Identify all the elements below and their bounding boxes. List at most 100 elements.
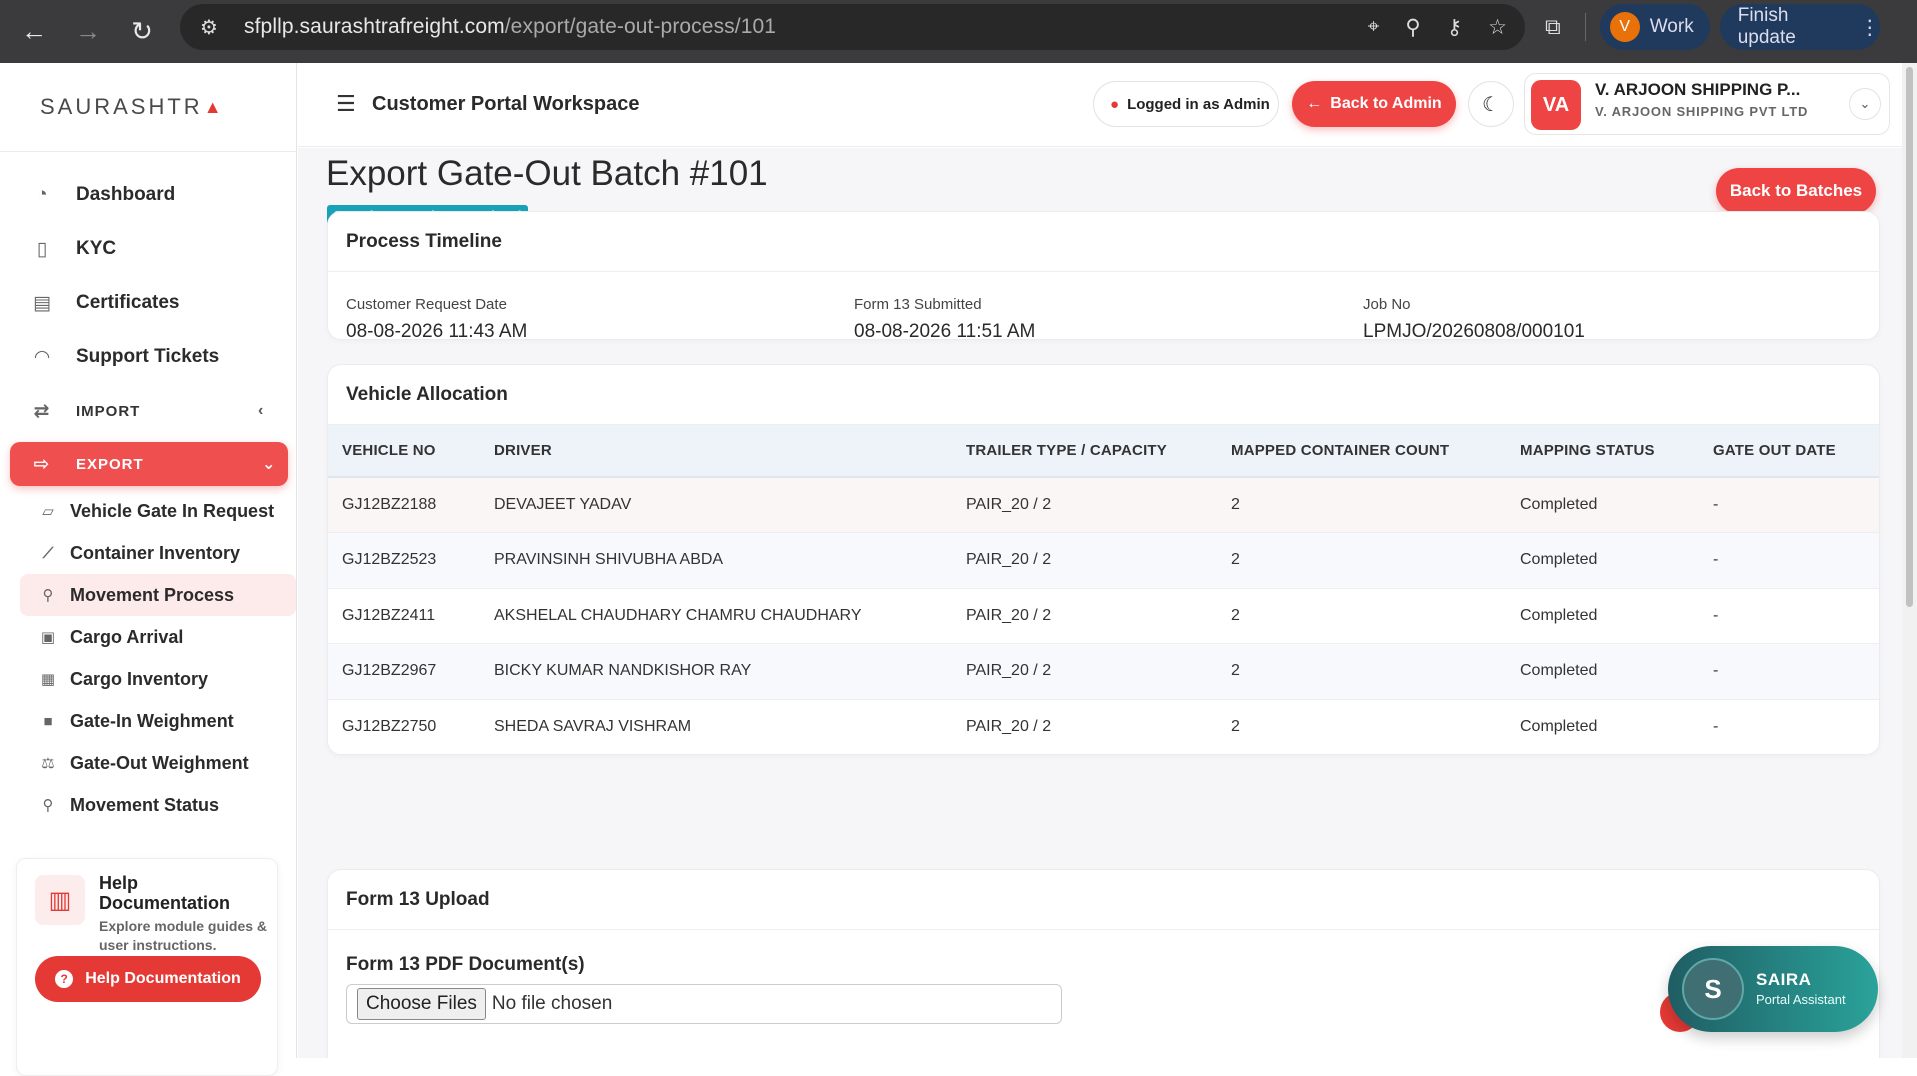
brand-logo[interactable]: SAURASHTR ▲ [0, 63, 296, 152]
sidebar-item-certificates[interactable]: ▤ Certificates [0, 276, 296, 330]
dark-mode-toggle[interactable]: ☾ [1468, 81, 1514, 127]
table-cell: 2 [1217, 588, 1506, 644]
back-arrow-icon[interactable]: ← [14, 12, 54, 52]
sidebar-item-label: Support Tickets [76, 346, 220, 367]
table-header-row: VEHICLE NO DRIVER TRAILER TYPE / CAPACIT… [328, 425, 1879, 478]
sidebar-item-support-tickets[interactable]: ◠ Support Tickets [0, 330, 296, 384]
address-bar[interactable]: ⚙ sfpllp.saurashtrafreight.com/export/ga… [180, 4, 1525, 50]
sidebar-item-label: Container Inventory [70, 542, 241, 563]
help-documentation-button[interactable]: ? Help Documentation [35, 956, 261, 1002]
table-cell: - [1699, 588, 1879, 644]
field-label: Form 13 Submitted [854, 296, 982, 313]
table-row: GJ12BZ2411 AKSHELAL CHAUDHARY CHAMRU CHAU… [328, 588, 1879, 644]
main-content: Export Gate-Out Batch #101 Container Map… [298, 148, 1902, 1058]
table-cell: BICKY KUMAR NANDKISHOR RAY [480, 643, 952, 700]
table-cell: GJ12BZ2523 [328, 532, 480, 589]
extensions-icon[interactable]: ⧉ [1545, 14, 1561, 40]
route-icon: ⚲ [42, 587, 54, 604]
table-cell: Completed [1506, 588, 1699, 644]
sidebar-group-label: IMPORT [76, 402, 141, 420]
table-cell: Completed [1506, 477, 1699, 533]
saira-assistant-button[interactable]: S SAIRA Portal Assistant [1668, 946, 1878, 1032]
zoom-icon[interactable]: ⚲ [1405, 15, 1420, 40]
back-to-batches-button[interactable]: Back to Batches [1716, 168, 1876, 214]
moon-icon: ☾ [1482, 93, 1500, 116]
certificate-icon: ▤ [33, 292, 51, 314]
route-icon: ⚲ [42, 797, 54, 814]
form13-field-label: Form 13 PDF Document(s) [346, 954, 585, 975]
table-cell: AKSHELAL CHAUDHARY CHAMRU CHAUDHARY [480, 588, 952, 644]
truck-icon: ■ [43, 712, 53, 730]
sidebar-item-label: Gate-In Weighment [70, 710, 234, 731]
table-row: GJ12BZ2188 DEVAJEET YADAV PAIR_20 / 2 2 Comp… [328, 477, 1879, 533]
timeline-field: Job No LPMJO/20260808/000101 [1363, 296, 1585, 340]
chevron-down-icon[interactable]: ⌄ [1849, 88, 1881, 120]
table-cell: PAIR_20 / 2 [952, 699, 1217, 754]
key-icon[interactable]: ⚷ [1447, 15, 1462, 40]
star-icon[interactable]: ☆ [1488, 15, 1507, 40]
headset-icon: ◠ [34, 346, 50, 368]
assistant-role: Portal Assistant [1756, 992, 1846, 1007]
sidebar-group-import[interactable]: ⇄ IMPORT ‹ [0, 384, 296, 438]
location-icon[interactable]: ⌖ [1368, 15, 1380, 39]
account-avatar: VA [1531, 80, 1581, 130]
choose-files-button[interactable]: Choose Files [357, 988, 486, 1020]
table-cell: - [1699, 699, 1879, 754]
sidebar-item-cargo-inventory[interactable]: ▦ Cargo Inventory [0, 658, 296, 700]
finish-update-button[interactable]: Finish update ⋮ [1719, 4, 1880, 50]
profile-label: Work [1649, 16, 1694, 37]
vehicle-allocation-card: Vehicle Allocation VEHICLE NO DRIVER TRA… [327, 364, 1880, 755]
column-header: DRIVER [480, 425, 952, 478]
page-scrollbar[interactable] [1902, 63, 1917, 1058]
card-title: Process Timeline [328, 212, 1879, 272]
column-header: VEHICLE NO [328, 425, 480, 478]
sidebar-item-gate-out-weighment[interactable]: ⚖ Gate-Out Weighment [0, 742, 296, 784]
assistant-name: SAIRA [1756, 970, 1812, 989]
column-header: MAPPING STATUS [1506, 425, 1699, 478]
dashboard-icon: ◔ [36, 184, 48, 205]
site-settings-icon[interactable]: ⚙ [200, 15, 230, 40]
exchange-icon: ⇄ [33, 400, 51, 422]
sidebar-item-label: Dashboard [76, 184, 176, 205]
table-cell: Completed [1506, 699, 1699, 754]
id-card-icon: ▯ [36, 238, 48, 260]
table-cell: 2 [1217, 699, 1506, 754]
timeline-field: Customer Request Date 08-08-2026 11:43 A… [346, 296, 528, 340]
sidebar-item-dashboard[interactable]: ◔ Dashboard [0, 168, 296, 222]
form13-file-input[interactable]: Choose Files No file chosen [346, 984, 1062, 1024]
table-cell: PAIR_20 / 2 [952, 588, 1217, 644]
brand-text: SAURASHTR [40, 94, 203, 119]
account-name: V. ARJOON SHIPPING P... [1595, 80, 1801, 99]
sidebar-item-label: KYC [76, 238, 117, 259]
account-company: V. ARJOON SHIPPING PVT LTD [1595, 104, 1809, 119]
sidebar-item-container-inventory[interactable]: ⟋ Container Inventory [0, 532, 296, 574]
table-cell: Completed [1506, 643, 1699, 700]
assistant-avatar: S [1682, 958, 1744, 1020]
profile-button[interactable]: V Work [1599, 4, 1710, 50]
sidebar-item-movement-process[interactable]: ⚲ Movement Process [20, 574, 296, 616]
browser-chrome: ← → ↻ ⚙ sfpllp.saurashtrafreight.com/exp… [0, 0, 1917, 63]
field-value: LPMJO/20260808/000101 [1363, 321, 1585, 340]
sidebar-item-movement-status[interactable]: ⚲ Movement Status [0, 784, 296, 826]
scrollbar-thumb[interactable] [1906, 67, 1913, 607]
arrow-left-icon: ← [1306, 95, 1323, 112]
field-label: Job No [1363, 296, 1411, 313]
reload-icon[interactable]: ↻ [122, 12, 162, 52]
column-header: TRAILER TYPE / CAPACITY [952, 425, 1217, 478]
field-value: 08-08-2026 11:43 AM [346, 321, 528, 340]
back-to-admin-button[interactable]: ← Back to Admin [1292, 81, 1456, 127]
account-switcher[interactable]: VA V. ARJOON SHIPPING P... V. ARJOON SHI… [1524, 73, 1890, 135]
table-cell: PRAVINSINH SHIVUBHA ABDA [480, 532, 952, 589]
vehicle-table: VEHICLE NO DRIVER TRAILER TYPE / CAPACIT… [328, 425, 1879, 754]
page-title: Export Gate-Out Batch #101 [326, 154, 768, 193]
hamburger-menu-icon[interactable]: ☰ [336, 91, 356, 117]
card-title: Form 13 Upload [328, 870, 1879, 930]
sidebar-item-gate-in-weighment[interactable]: ■ Gate-In Weighment [0, 700, 296, 742]
sidebar-item-kyc[interactable]: ▯ KYC [0, 222, 296, 276]
sidebar-item-cargo-arrival[interactable]: ▣ Cargo Arrival [0, 616, 296, 658]
sidebar-item-vehicle-gate-in-request[interactable]: ▱ Vehicle Gate In Request [0, 490, 296, 532]
forward-arrow-icon[interactable]: → [68, 12, 108, 52]
brand-mark-icon: ▲ [203, 96, 225, 117]
sidebar-group-export[interactable]: ⇨ EXPORT ⌄ [10, 442, 288, 486]
url-text[interactable]: sfpllp.saurashtrafreight.com/export/gate… [244, 15, 776, 39]
